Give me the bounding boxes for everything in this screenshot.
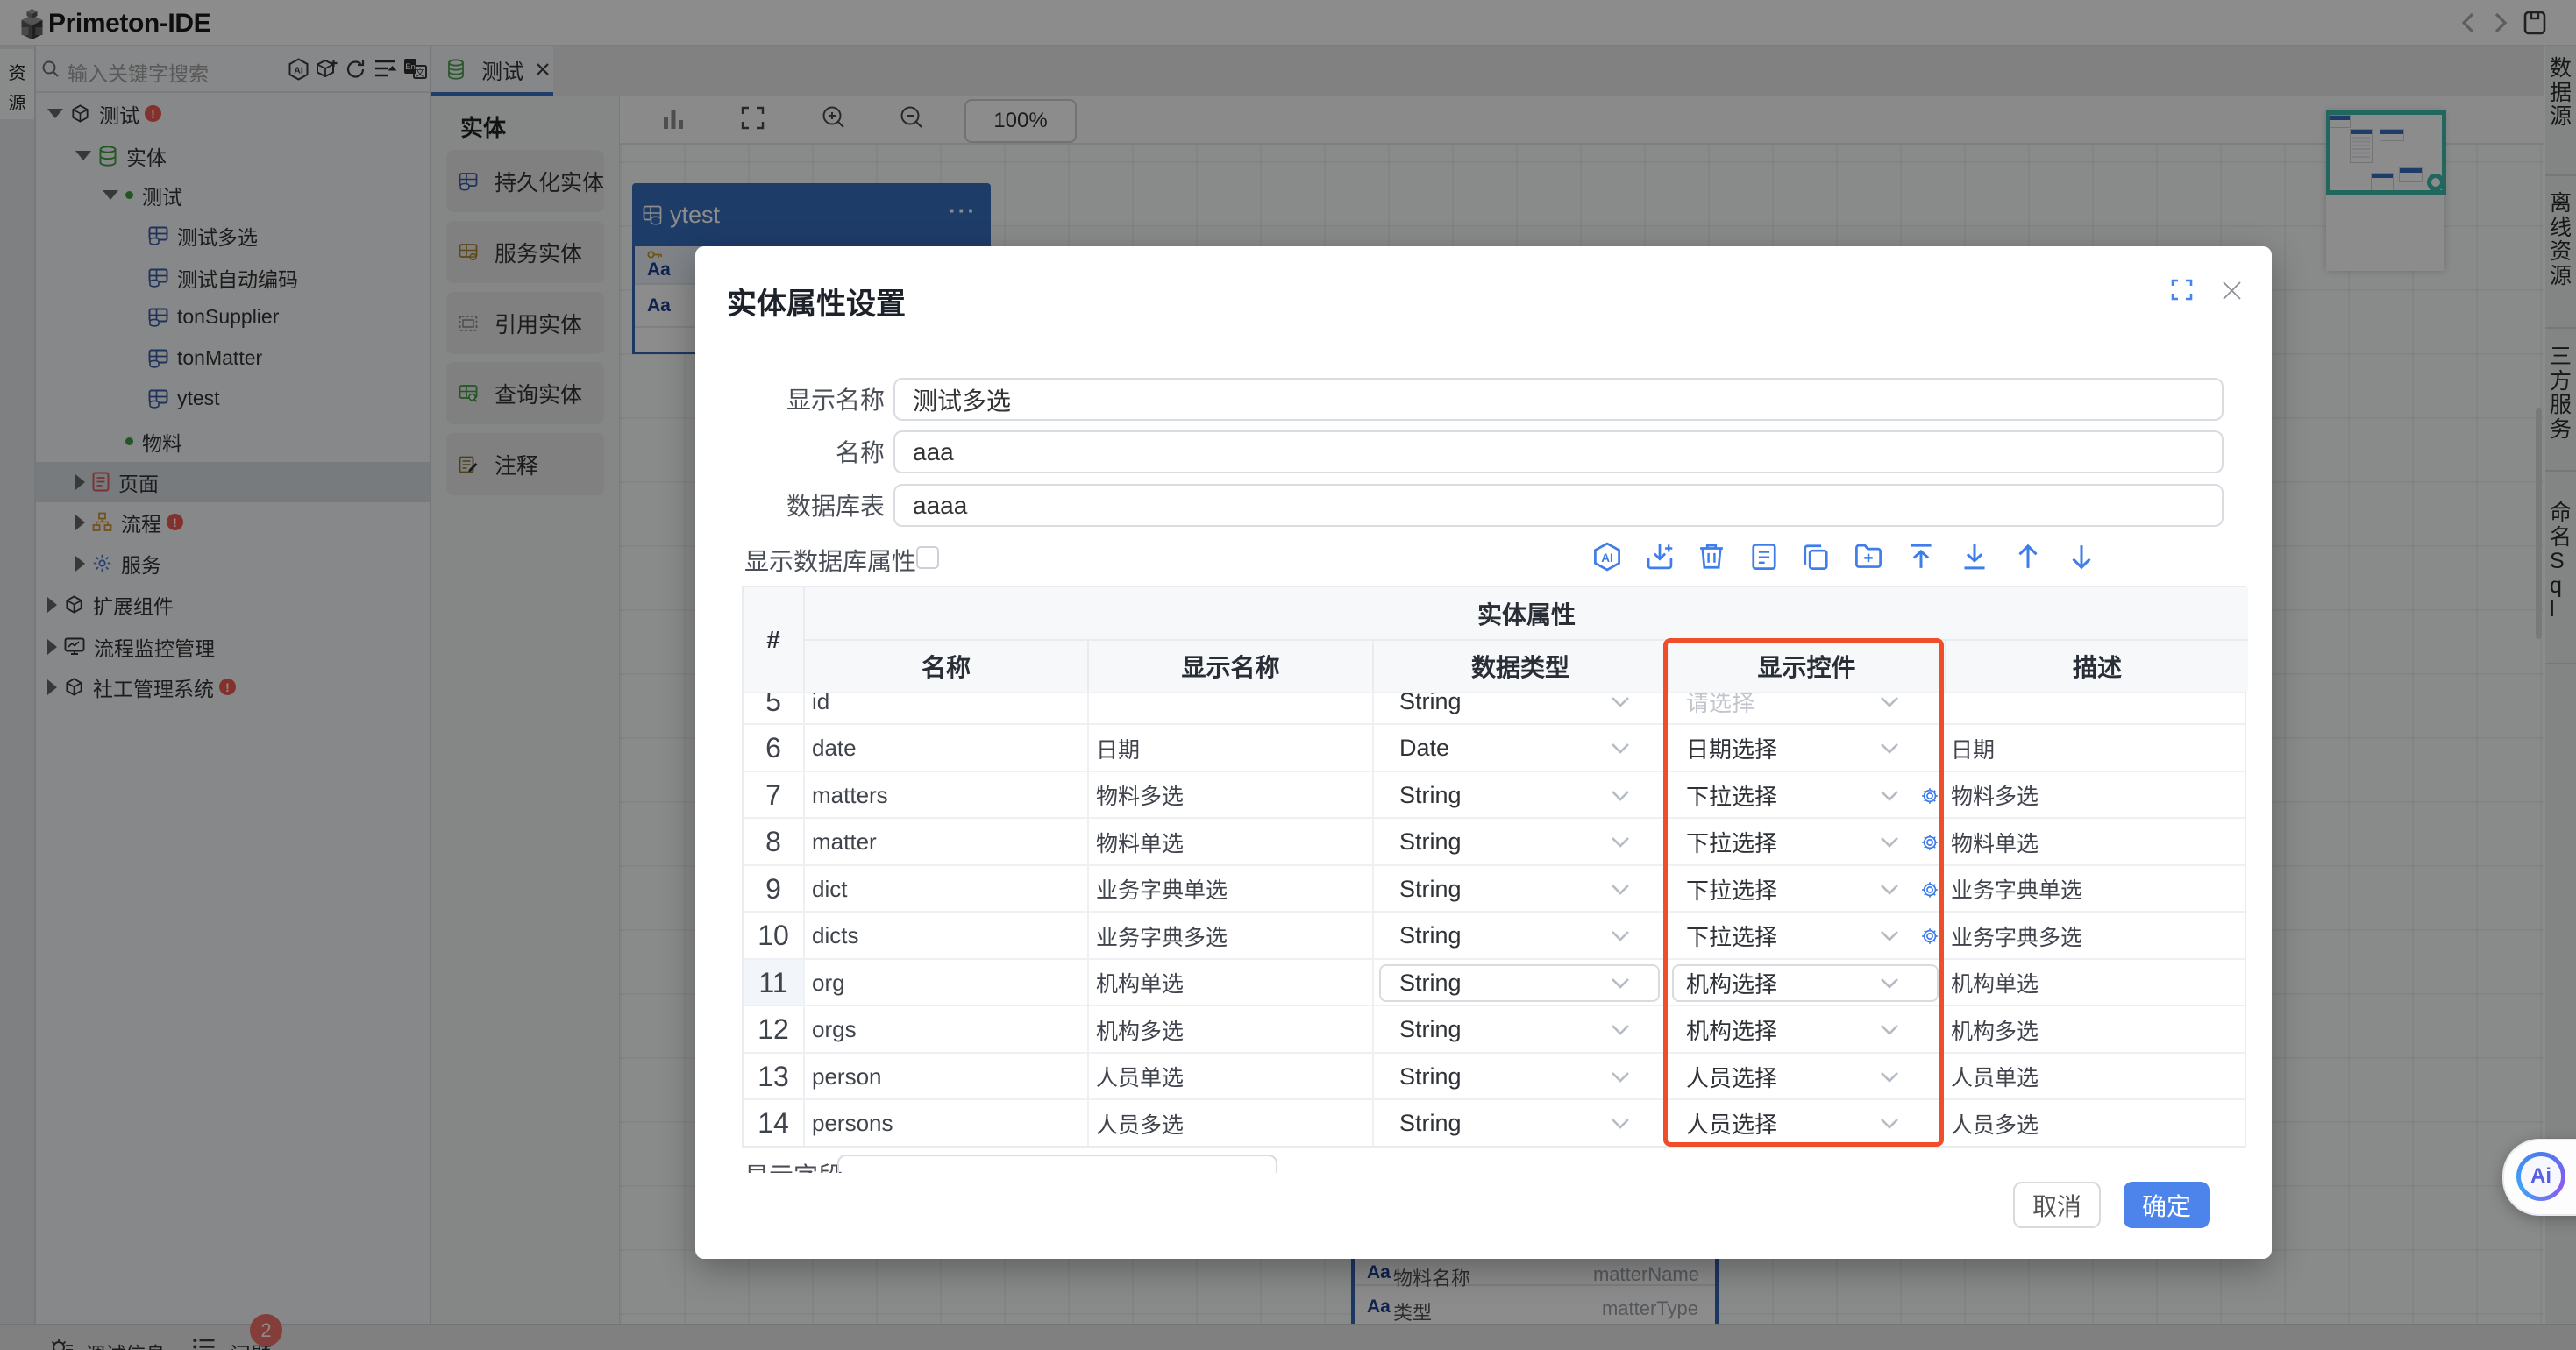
svg-text:AI: AI — [1601, 551, 1613, 565]
